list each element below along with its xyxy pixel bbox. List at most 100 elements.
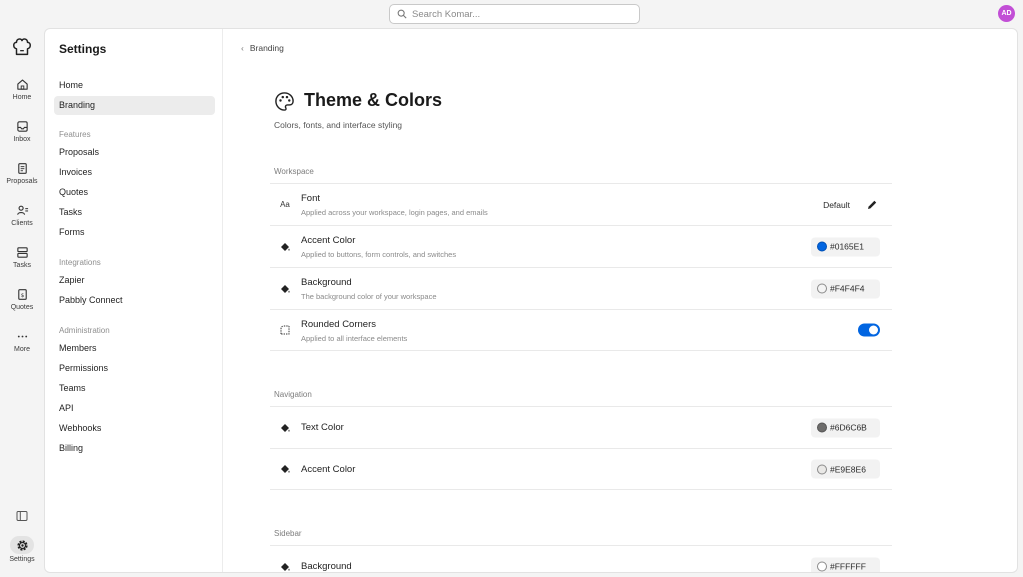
content-area: ‹ Branding Theme & Colors Colors, fonts,… xyxy=(224,29,1017,572)
avatar[interactable]: AD xyxy=(998,5,1015,22)
setting-row-nav-text-color[interactable]: Text Color #6D6C6B xyxy=(270,406,892,448)
nav-item-tasks[interactable]: Tasks xyxy=(54,203,215,222)
setting-description: The background color of your workspace xyxy=(301,292,437,301)
nav-group-integrations: Integrations xyxy=(59,258,101,267)
rail-item-clients[interactable]: Clients xyxy=(0,204,44,227)
nav-item-zapier[interactable]: Zapier xyxy=(54,271,215,290)
paint-bucket-icon xyxy=(281,423,290,432)
nav-item-members[interactable]: Members xyxy=(54,339,215,358)
rail-item-home[interactable]: Home xyxy=(0,78,44,101)
proposals-icon xyxy=(17,163,27,174)
main-panel: Settings Home Branding Features Proposal… xyxy=(44,28,1018,573)
nav-item-webhooks[interactable]: Webhooks xyxy=(54,419,215,438)
setting-title: Accent Color xyxy=(301,464,356,475)
toggle-knob xyxy=(869,325,878,335)
page-title: Theme & Colors xyxy=(304,90,443,110)
font-value: Default xyxy=(823,199,850,210)
palette-icon xyxy=(275,92,294,111)
setting-title: Rounded Corners xyxy=(301,319,376,330)
quotes-icon: $ xyxy=(17,289,27,300)
nav-item-proposals[interactable]: Proposals xyxy=(54,143,215,162)
rail-label: Proposals xyxy=(6,178,38,185)
setting-row-rounded-corners[interactable]: Rounded Corners Applied to all interface… xyxy=(270,309,892,351)
color-hex: #0165E1 xyxy=(830,241,865,252)
clients-icon xyxy=(16,205,28,215)
setting-row-nav-accent-color[interactable]: Accent Color #E9E8E6 xyxy=(270,448,892,490)
settings-sidebar: Settings Home Branding Features Proposal… xyxy=(45,29,223,572)
nav-item-branding[interactable]: Branding xyxy=(54,96,215,115)
paint-bucket-icon xyxy=(281,242,290,251)
setting-title: Font xyxy=(301,193,321,204)
setting-description: Applied to buttons, form controls, and s… xyxy=(301,250,457,259)
inbox-icon xyxy=(16,121,28,132)
color-hex: #E9E8E6 xyxy=(830,464,866,474)
nav-item-invoices[interactable]: Invoices xyxy=(54,163,215,182)
setting-title: Accent Color xyxy=(301,235,356,246)
color-swatch xyxy=(817,422,827,433)
section-label-workspace: Workspace xyxy=(274,167,314,176)
rail-label: Clients xyxy=(11,220,33,227)
search-input[interactable] xyxy=(412,8,612,20)
rounded-corner-icon xyxy=(280,325,290,335)
color-swatch xyxy=(817,464,827,474)
svg-text:$: $ xyxy=(20,293,24,299)
app-rail: Home Inbox Proposals Clients Tasks $ Quo… xyxy=(0,28,44,577)
paint-bucket-icon xyxy=(281,562,290,571)
rail-label: Quotes xyxy=(10,304,34,311)
nav-item-api[interactable]: API xyxy=(54,399,215,418)
home-icon xyxy=(16,79,28,90)
rail-label: Inbox xyxy=(13,136,31,143)
nav-item-billing[interactable]: Billing xyxy=(54,439,215,458)
section-label-navigation: Navigation xyxy=(274,390,312,399)
nav-group-administration: Administration xyxy=(59,326,110,335)
nav-item-permissions[interactable]: Permissions xyxy=(54,359,215,378)
breadcrumb-label: Branding xyxy=(249,43,284,53)
rail-item-quotes[interactable]: $ Quotes xyxy=(0,288,44,311)
color-chip[interactable]: #0165E1 xyxy=(811,237,880,256)
color-chip[interactable]: #FFFFFF xyxy=(811,557,880,572)
setting-description: Applied to all interface elements xyxy=(301,334,408,343)
nav-item-home[interactable]: Home xyxy=(54,76,215,95)
search-icon xyxy=(397,9,407,19)
color-chip[interactable]: #F4F4F4 xyxy=(811,279,880,298)
more-icon xyxy=(17,335,27,338)
rounded-corners-toggle[interactable] xyxy=(858,323,880,337)
color-hex: #FFFFFF xyxy=(830,561,866,572)
rail-item-inbox[interactable]: Inbox xyxy=(0,120,44,143)
nav-group-features: Features xyxy=(59,130,91,139)
font-icon: Aa xyxy=(280,200,290,209)
rail-item-proposals[interactable]: Proposals xyxy=(0,162,44,185)
paint-bucket-icon xyxy=(281,465,290,473)
rail-item-settings[interactable]: Settings xyxy=(0,536,44,563)
search-bar[interactable] xyxy=(389,4,640,24)
color-hex: #F4F4F4 xyxy=(830,283,865,294)
page-subtitle: Colors, fonts, and interface styling xyxy=(274,120,403,130)
rail-item-tasks[interactable]: Tasks xyxy=(0,246,44,269)
color-chip[interactable]: #6D6C6B xyxy=(811,418,880,437)
setting-row-background[interactable]: Background The background color of your … xyxy=(270,267,892,309)
color-chip[interactable]: #E9E8E6 xyxy=(811,459,880,479)
sidebar-toggle-icon[interactable] xyxy=(16,510,28,522)
breadcrumb[interactable]: ‹ Branding xyxy=(241,43,284,53)
color-swatch xyxy=(817,561,827,572)
rail-label: Tasks xyxy=(13,262,31,269)
setting-row-sidebar-background[interactable]: Background #FFFFFF xyxy=(270,545,892,572)
section-label-sidebar: Sidebar xyxy=(274,529,302,538)
rail-label: Settings xyxy=(9,556,35,563)
nav-item-pabbly-connect[interactable]: Pabbly Connect xyxy=(54,291,215,310)
setting-title: Background xyxy=(301,277,352,288)
gear-icon xyxy=(16,539,28,551)
chef-hat-logo-icon[interactable] xyxy=(11,36,33,58)
nav-item-forms[interactable]: Forms xyxy=(54,223,215,242)
rail-item-more[interactable]: More xyxy=(0,330,44,353)
setting-row-font[interactable]: Aa Font Applied across your workspace, l… xyxy=(270,183,892,225)
nav-item-teams[interactable]: Teams xyxy=(54,379,215,398)
setting-title: Text Color xyxy=(301,422,344,433)
settings-title: Settings xyxy=(59,42,107,56)
edit-pencil-icon[interactable] xyxy=(866,199,878,211)
tasks-icon xyxy=(16,247,28,258)
nav-item-quotes[interactable]: Quotes xyxy=(54,183,215,202)
color-hex: #6D6C6B xyxy=(830,422,867,433)
color-swatch xyxy=(817,283,827,294)
setting-row-accent-color[interactable]: Accent Color Applied to buttons, form co… xyxy=(270,225,892,267)
